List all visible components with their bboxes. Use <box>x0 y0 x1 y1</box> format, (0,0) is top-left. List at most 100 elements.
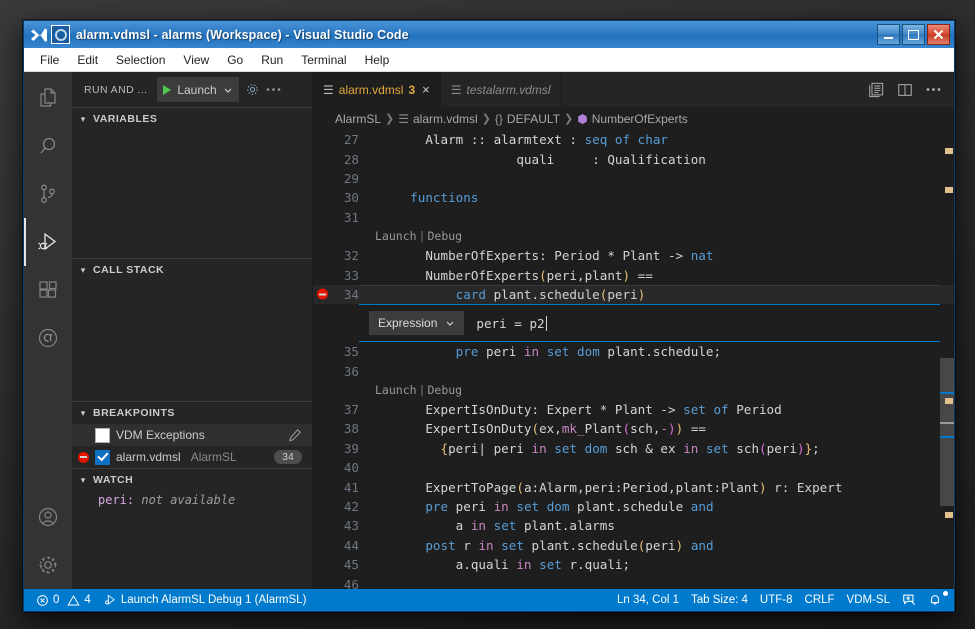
end-of-line[interactable]: CRLF <box>799 589 841 611</box>
menu-help[interactable]: Help <box>357 50 398 70</box>
code-line[interactable]: 35 pre peri in set dom plant.schedule; <box>313 342 954 361</box>
line-number-gutter[interactable]: 38 <box>313 421 379 436</box>
code-line[interactable]: 27 Alarm :: alarmtext : seq of char <box>313 130 954 149</box>
line-number-gutter[interactable]: 41 <box>313 480 379 495</box>
code-line[interactable]: 28 quali : Qualification <box>313 149 954 168</box>
language-mode[interactable]: VDM-SL <box>841 589 896 611</box>
tab-testalarm-vdmsl[interactable]: ☰ testalarm.vdmsl <box>441 72 562 107</box>
code-editor[interactable]: 27 Alarm :: alarmtext : seq of char28 qu… <box>313 130 954 589</box>
activity-accounts[interactable] <box>24 493 72 541</box>
launch-config-selector[interactable]: Launch <box>157 77 238 102</box>
activity-run-and-debug[interactable] <box>24 218 72 266</box>
more-actions-icon[interactable] <box>926 87 941 92</box>
activity-explorer[interactable] <box>24 74 72 122</box>
breadcrumb-item-file[interactable]: alarm.vdmsl <box>413 112 478 126</box>
encoding[interactable]: UTF-8 <box>754 589 799 611</box>
breakpoint-checkbox[interactable] <box>95 450 110 465</box>
debug-session-status[interactable]: Launch AlarmSL Debug 1 (AlarmSL) <box>97 589 313 611</box>
breakpoint-icon[interactable] <box>317 289 328 300</box>
line-number-gutter[interactable]: 44 <box>313 538 379 553</box>
code-line[interactable]: 32 NumberOfExperts: Period * Plant -> na… <box>313 246 954 265</box>
code-line[interactable]: 29 <box>313 169 954 188</box>
condition-expression-input[interactable]: peri = p2 <box>476 316 547 331</box>
line-number-gutter[interactable]: 34 <box>313 287 379 302</box>
line-number-gutter[interactable]: 46 <box>313 577 379 589</box>
breakpoint-row-vdm-exceptions[interactable]: VDM Exceptions <box>72 424 312 446</box>
line-number-gutter[interactable]: 36 <box>313 364 379 379</box>
menu-view[interactable]: View <box>175 50 217 70</box>
split-editor-icon[interactable] <box>897 82 913 98</box>
menu-run[interactable]: Run <box>253 50 291 70</box>
codelens-debug-link[interactable]: Debug <box>427 383 462 397</box>
line-number-gutter[interactable]: 28 <box>313 152 379 167</box>
activity-source-control[interactable] <box>24 170 72 218</box>
debug-settings-gear-icon[interactable] <box>245 82 260 97</box>
breadcrumb-item-workspace[interactable]: AlarmSL <box>335 112 381 126</box>
line-number-gutter[interactable]: 40 <box>313 460 379 475</box>
code-scroll-area[interactable]: 27 Alarm :: alarmtext : seq of char28 qu… <box>313 130 954 589</box>
code-line[interactable]: 44 post r in set plant.schedule(peri) an… <box>313 536 954 555</box>
pencil-icon[interactable] <box>288 428 302 442</box>
code-line[interactable]: 36 <box>313 362 954 381</box>
code-line[interactable]: 39 {peri| peri in set dom sch & ex in se… <box>313 439 954 458</box>
line-number-gutter[interactable]: 32 <box>313 248 379 263</box>
debug-more-actions-icon[interactable] <box>266 87 281 92</box>
codelens-launch-link[interactable]: Launch <box>375 383 417 397</box>
code-line[interactable]: 34 card plant.schedule(peri) <box>313 285 954 304</box>
problems-status[interactable]: 0 4 <box>30 589 97 611</box>
maximize-button[interactable] <box>902 24 925 45</box>
cursor-position[interactable]: Ln 34, Col 1 <box>611 589 685 611</box>
line-number-gutter[interactable]: 33 <box>313 268 379 283</box>
menu-go[interactable]: Go <box>219 50 251 70</box>
line-number-gutter[interactable]: 37 <box>313 402 379 417</box>
tab-size[interactable]: Tab Size: 4 <box>685 589 754 611</box>
editor-scrollbar[interactable] <box>940 130 954 589</box>
activity-manage-settings[interactable] <box>24 541 72 589</box>
line-number-gutter[interactable]: 39 <box>313 441 379 456</box>
close-button[interactable] <box>927 24 950 45</box>
menu-selection[interactable]: Selection <box>108 50 173 70</box>
code-line[interactable]: 30 functions <box>313 188 954 207</box>
close-icon[interactable]: × <box>422 82 430 97</box>
line-number-gutter[interactable]: 29 <box>313 171 379 186</box>
code-line[interactable]: 45 a.quali in set r.quali; <box>313 555 954 574</box>
menu-file[interactable]: File <box>32 50 67 70</box>
breadcrumb-item-symbol[interactable]: NumberOfExperts <box>592 112 688 126</box>
scrollbar-thumb[interactable] <box>940 358 954 506</box>
watch-item[interactable]: peri: not available <box>72 491 312 507</box>
code-line[interactable]: 41 ExpertToPage(a:Alarm,peri:Period,plan… <box>313 477 954 496</box>
variables-header[interactable]: ▾ VARIABLES <box>72 108 312 130</box>
minimize-button[interactable] <box>877 24 900 45</box>
code-line[interactable]: 42 pre peri in set dom plant.schedule an… <box>313 497 954 516</box>
breakpoints-header[interactable]: ▾ BREAKPOINTS <box>72 402 312 424</box>
watch-header[interactable]: ▾ WATCH <box>72 469 312 491</box>
menu-edit[interactable]: Edit <box>69 50 106 70</box>
call-stack-header[interactable]: ▾ CALL STACK <box>72 259 312 281</box>
activity-search[interactable] <box>24 122 72 170</box>
code-line[interactable]: 37 ExpertIsOnDuty: Expert * Plant -> set… <box>313 400 954 419</box>
code-line[interactable]: 46 <box>313 574 954 589</box>
breakpoint-condition-widget[interactable]: Expression peri = p2 <box>359 304 940 342</box>
line-number-gutter[interactable]: 30 <box>313 190 379 205</box>
line-number-gutter[interactable]: 35 <box>313 344 379 359</box>
notifications-bell[interactable] <box>922 589 948 611</box>
line-number-gutter[interactable]: 45 <box>313 557 379 572</box>
breakpoint-checkbox[interactable] <box>95 428 110 443</box>
code-line[interactable]: 40 <box>313 458 954 477</box>
breadcrumb-item-module[interactable]: DEFAULT <box>507 112 560 126</box>
code-line[interactable]: 38 ExpertIsOnDuty(ex,mk_Plant(sch,-)) == <box>313 419 954 438</box>
code-line[interactable]: 33 NumberOfExperts(peri,plant) == <box>313 265 954 284</box>
line-number-gutter[interactable]: 43 <box>313 518 379 533</box>
code-line[interactable]: 43 a in set plant.alarms <box>313 516 954 535</box>
tab-alarm-vdmsl[interactable]: ☰ alarm.vdmsl 3 × <box>313 72 441 107</box>
line-number-gutter[interactable]: 31 <box>313 210 379 225</box>
breakpoint-row-alarm-vdmsl[interactable]: alarm.vdmsl AlarmSL 34 <box>72 446 312 468</box>
line-number-gutter[interactable]: 27 <box>313 132 379 147</box>
line-number-gutter[interactable]: 42 <box>313 499 379 514</box>
menu-terminal[interactable]: Terminal <box>293 50 354 70</box>
feedback-icon[interactable] <box>896 589 922 611</box>
code-line[interactable]: 31 <box>313 208 954 227</box>
condition-type-select[interactable]: Expression <box>369 311 464 335</box>
open-preview-icon[interactable] <box>868 82 884 98</box>
codelens-debug-link[interactable]: Debug <box>427 229 462 243</box>
